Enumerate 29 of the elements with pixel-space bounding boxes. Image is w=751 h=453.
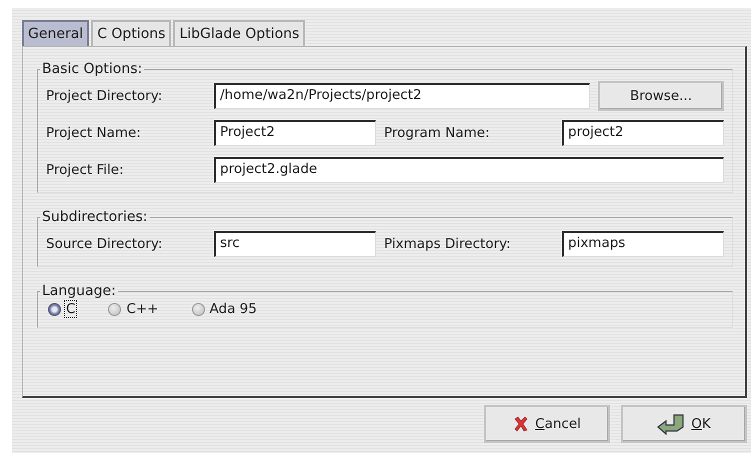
field-label: Source Directory: bbox=[46, 236, 164, 252]
field-label: Project Directory: bbox=[46, 88, 164, 104]
arrow-icon bbox=[657, 413, 686, 435]
radio-button[interactable] bbox=[108, 302, 122, 316]
text-field[interactable]: project2.glade bbox=[214, 156, 724, 182]
frame-title: Basic Options: bbox=[41, 61, 144, 77]
ok-button[interactable]: OK bbox=[621, 405, 747, 443]
text-field[interactable]: /home/wa2n/Projects/project2 bbox=[214, 82, 590, 108]
radio-button[interactable] bbox=[192, 302, 204, 316]
radio-label[interactable]: C bbox=[65, 301, 76, 317]
tab[interactable]: LibGlade Options bbox=[173, 20, 306, 46]
field-label: Project Name: bbox=[46, 124, 142, 140]
text-field[interactable]: src bbox=[214, 230, 376, 256]
field-label: Pixmaps Directory: bbox=[384, 236, 512, 252]
field-label: Program Name: bbox=[384, 124, 491, 140]
field-label: Project File: bbox=[46, 162, 125, 178]
frame-title: Subdirectories: bbox=[41, 209, 149, 225]
text-field[interactable]: pixmaps bbox=[562, 230, 724, 256]
x-icon bbox=[513, 416, 530, 432]
text-field[interactable]: Project2 bbox=[214, 120, 376, 146]
radio-label[interactable]: Ada 95 bbox=[208, 301, 258, 317]
text-field[interactable]: project2 bbox=[562, 120, 724, 146]
frame-title: Language: bbox=[41, 283, 117, 299]
tab[interactable]: General bbox=[22, 20, 90, 46]
radio-button[interactable] bbox=[48, 302, 61, 316]
tab[interactable]: C Options bbox=[91, 20, 172, 46]
cancel-button[interactable]: Cancel bbox=[484, 405, 610, 443]
browse-button[interactable]: Browse... bbox=[598, 80, 724, 110]
radio-label[interactable]: C++ bbox=[125, 301, 160, 317]
